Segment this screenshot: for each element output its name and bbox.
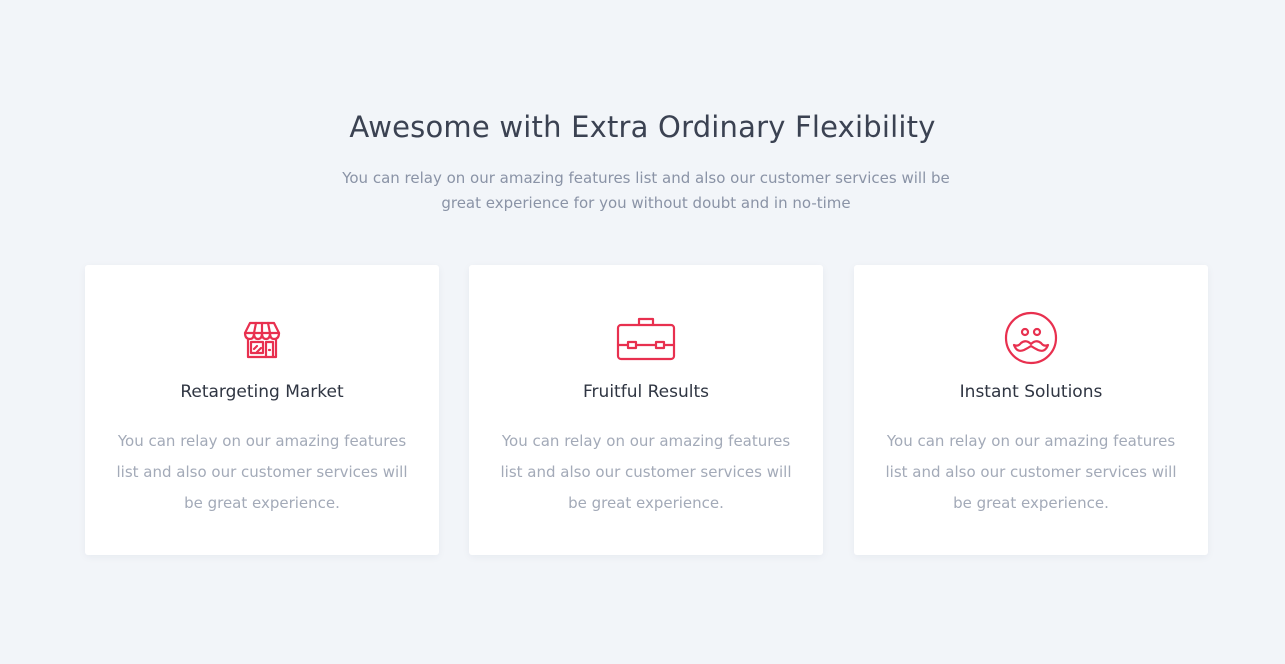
section-title: Awesome with Extra Ordinary Flexibility — [349, 110, 936, 144]
storefront-icon — [231, 309, 293, 367]
features-section: Awesome with Extra Ordinary Flexibility … — [0, 0, 1285, 664]
feature-description: You can relay on our amazing features li… — [116, 432, 408, 512]
feature-description: You can relay on our amazing features li… — [500, 432, 792, 512]
mustache-face-icon — [1000, 309, 1062, 367]
feature-card-results: Fruitful Results You can relay on our am… — [469, 265, 823, 555]
feature-title: Fruitful Results — [583, 382, 709, 402]
section-subtitle: You can relay on our amazing features li… — [342, 169, 950, 212]
feature-title: Instant Solutions — [959, 382, 1103, 402]
feature-card-solutions: Instant Solutions You can relay on our a… — [854, 265, 1208, 555]
feature-title: Retargeting Market — [180, 382, 344, 402]
feature-description: You can relay on our amazing features li… — [885, 432, 1177, 512]
feature-card-retargeting: Retargeting Market You can relay on our … — [85, 265, 439, 555]
briefcase-icon — [615, 309, 677, 367]
